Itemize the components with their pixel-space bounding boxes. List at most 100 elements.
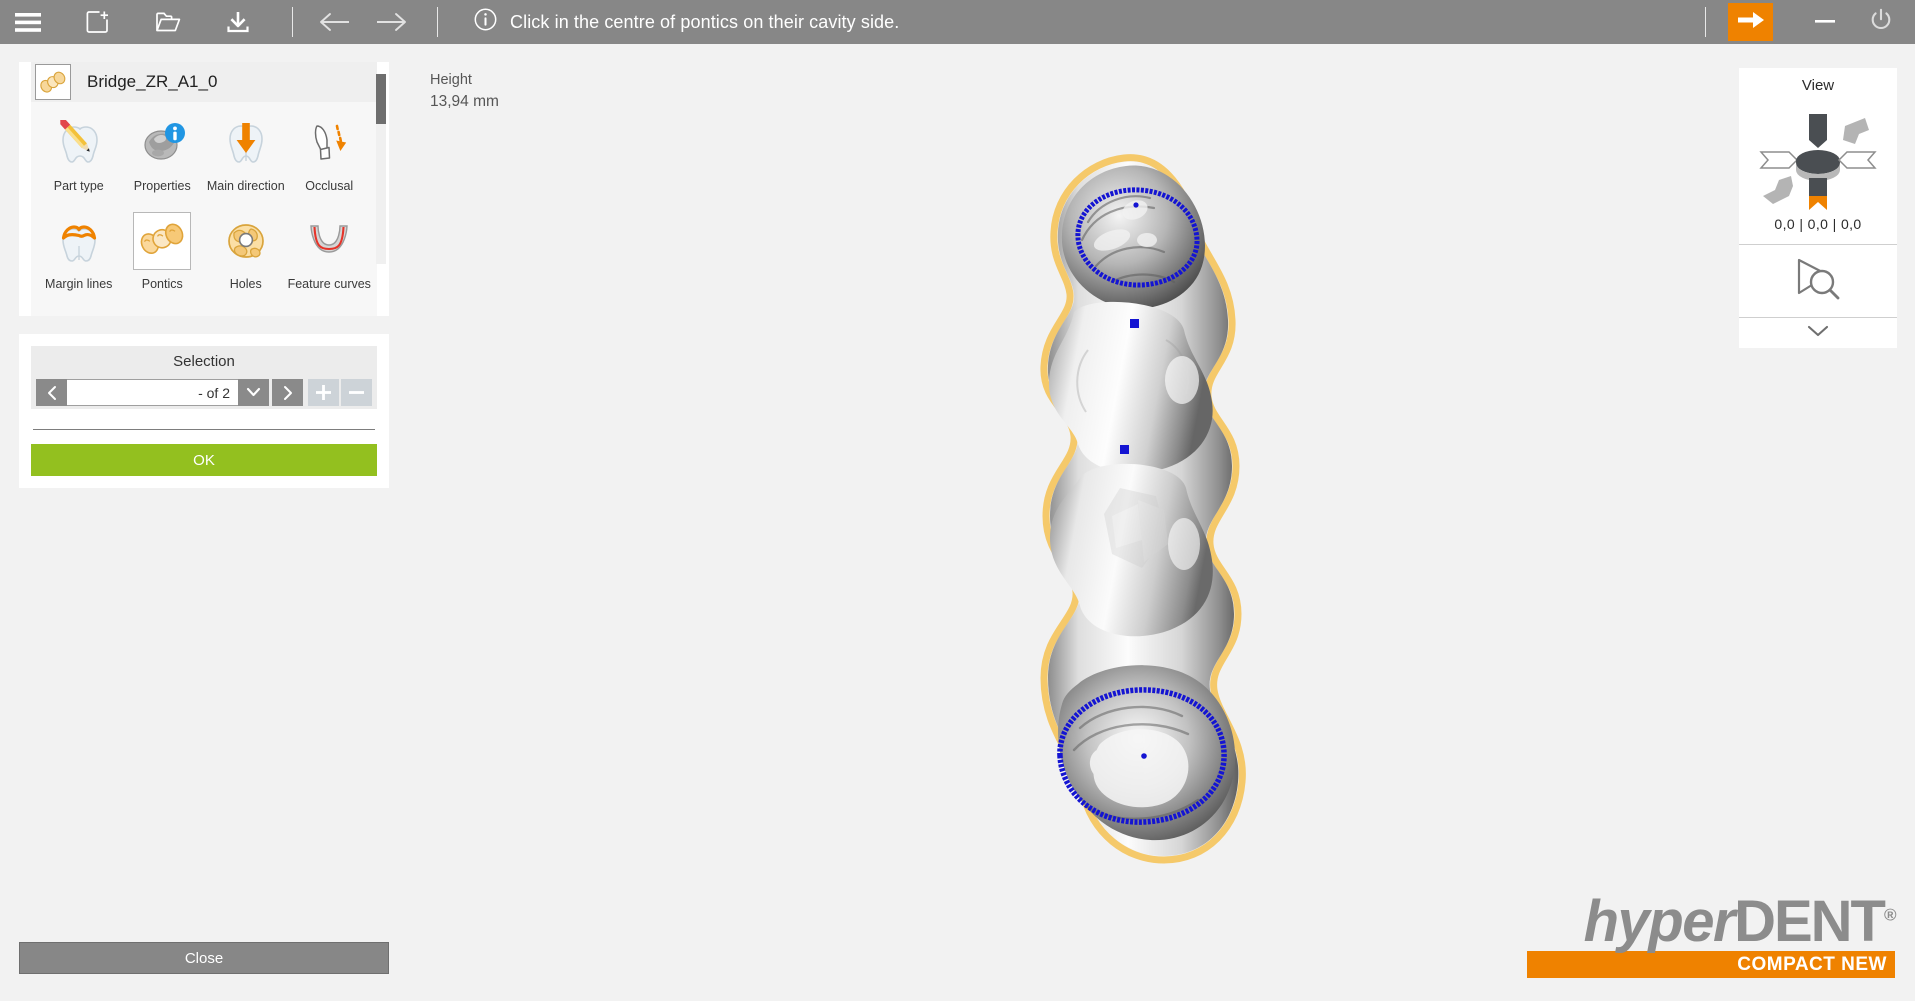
top-right-controls: [1691, 0, 1915, 44]
forward-button[interactable]: [363, 0, 419, 44]
selection-prev-button[interactable]: [36, 379, 67, 406]
tool-occlusal[interactable]: Occlusal: [288, 112, 372, 210]
selection-next-button[interactable]: [272, 379, 303, 406]
dental-bridge-model[interactable]: [1016, 144, 1266, 874]
view-orientation-cube-icon[interactable]: [1739, 98, 1897, 216]
selection-card: Selection - of 2 OK: [19, 334, 389, 488]
tooth-down-arrow-icon: [217, 114, 275, 172]
selection-controls-row: - of 2: [31, 376, 377, 409]
new-project-icon: [86, 10, 110, 34]
3d-viewport[interactable]: Height 13,94 mm: [408, 44, 1723, 1001]
back-arrow-icon: [319, 12, 351, 32]
zoom-to-fit-icon: [1790, 255, 1846, 308]
chevron-down-icon: [246, 387, 261, 397]
selection-title: Selection: [31, 346, 377, 376]
forward-arrow-icon: [375, 12, 407, 32]
power-icon: [1869, 8, 1893, 37]
next-step-arrow-icon: [1736, 8, 1766, 37]
part-tools-card: Bridge_ZR_A1_0 Part type Properties Main…: [19, 62, 389, 316]
marker-point-4: [1141, 753, 1147, 759]
tool-holes[interactable]: Holes: [204, 210, 288, 308]
selection-divider: [33, 429, 375, 430]
feature-curves-icon: [300, 212, 358, 270]
tool-label: Feature curves: [287, 277, 371, 291]
status-message-area: Click in the centre of pontics on their …: [474, 8, 899, 36]
tool-label: Main direction: [206, 179, 285, 193]
logo-wordmark: hyperDENT®: [1527, 893, 1897, 955]
minus-icon: [349, 391, 364, 394]
tool-label: Properties: [133, 179, 191, 193]
top-toolbar: Click in the centre of pontics on their …: [0, 0, 1915, 44]
view-top-arrow: [1809, 114, 1827, 148]
view-topright-arrow: [1843, 118, 1869, 144]
tool-main-direction[interactable]: Main direction: [204, 112, 288, 210]
logo-text-bold: DENT: [1734, 889, 1886, 954]
selection-dropdown-button[interactable]: [238, 379, 269, 406]
tool-label: Pontics: [141, 277, 183, 291]
logo-text-light: hyper: [1583, 889, 1736, 954]
toolbar-separator-1: [292, 7, 293, 37]
hamburger-menu-icon: [15, 12, 41, 32]
tool-pontics[interactable]: Pontics: [121, 210, 205, 308]
logo-tagline-bar: COMPACT NEW: [1527, 951, 1895, 978]
chevron-down-icon: [1806, 324, 1830, 343]
part-header[interactable]: Bridge_ZR_A1_0: [31, 62, 377, 102]
back-button[interactable]: [307, 0, 363, 44]
marker-point-1: [1133, 202, 1139, 208]
zoom-to-fit-button[interactable]: [1739, 245, 1897, 317]
view-left-arrow: [1759, 151, 1799, 169]
marker-point-2: [1130, 319, 1139, 328]
chevron-right-icon: [283, 385, 292, 400]
height-readout: Height 13,94 mm: [430, 72, 499, 111]
status-message-text: Click in the centre of pontics on their …: [510, 11, 900, 32]
bridge-part-icon[interactable]: [35, 64, 71, 100]
panel-scrollbar-thumb[interactable]: [376, 74, 386, 124]
plus-icon: [316, 385, 331, 400]
minimize-icon: [1814, 13, 1836, 31]
tooth-pencil-icon: [50, 114, 108, 172]
logo-registered-mark: ®: [1883, 905, 1897, 925]
power-button[interactable]: [1853, 0, 1909, 44]
new-project-button[interactable]: [70, 0, 126, 44]
view-expand-button[interactable]: [1739, 318, 1897, 348]
tool-grid: Part type Properties Main direction Occl…: [31, 102, 377, 316]
tool-properties[interactable]: Properties: [121, 112, 205, 210]
pontics-bridge-icon: [133, 212, 192, 270]
view-panel: View 0,0 | 0,0 | 0,0: [1739, 68, 1897, 348]
next-step-button[interactable]: [1728, 3, 1773, 41]
info-circle-icon: [474, 8, 497, 36]
tool-label: Part type: [53, 179, 104, 193]
ok-button[interactable]: OK: [31, 444, 377, 476]
minimize-button[interactable]: [1797, 0, 1853, 44]
marker-point-3: [1120, 445, 1129, 454]
hamburger-menu-button[interactable]: [0, 0, 56, 44]
view-bottom-arrow: [1809, 178, 1827, 196]
tool-margin-lines[interactable]: Margin lines: [37, 210, 121, 308]
left-sidebar: Bridge_ZR_A1_0 Part type Properties Main…: [0, 44, 408, 1001]
toolbar-separator-3: [1705, 7, 1706, 37]
hyperdent-logo: hyperDENT® COMPACT NEW: [1527, 893, 1897, 985]
logo-tagline: COMPACT NEW: [1737, 953, 1887, 975]
tool-part-type[interactable]: Part type: [37, 112, 121, 210]
toolbar-separator-2: [437, 7, 438, 37]
view-coordinates: 0,0 | 0,0 | 0,0: [1774, 216, 1862, 232]
close-button[interactable]: Close: [19, 942, 389, 974]
tooth-hole-icon: [217, 212, 275, 270]
part-name-label: Bridge_ZR_A1_0: [87, 72, 218, 91]
tool-label: Holes: [229, 277, 262, 291]
selection-input[interactable]: - of 2: [67, 379, 238, 406]
abutment-arrow-icon: [300, 114, 358, 172]
tool-label: Occlusal: [305, 179, 354, 193]
view-right-arrow: [1837, 151, 1877, 169]
height-value: 13,94 mm: [430, 93, 499, 110]
save-download-icon: [226, 10, 250, 34]
view-bottom-arrow-active: [1809, 196, 1827, 210]
selection-add-button: [308, 379, 339, 406]
height-label: Height: [430, 72, 472, 88]
open-file-button[interactable]: [140, 0, 196, 44]
tooth-properties-icon: [133, 114, 191, 172]
tool-label: Margin lines: [45, 277, 113, 291]
save-button[interactable]: [210, 0, 266, 44]
tooth-margin-icon: [50, 212, 108, 270]
tool-feature-curves[interactable]: Feature curves: [288, 210, 372, 308]
